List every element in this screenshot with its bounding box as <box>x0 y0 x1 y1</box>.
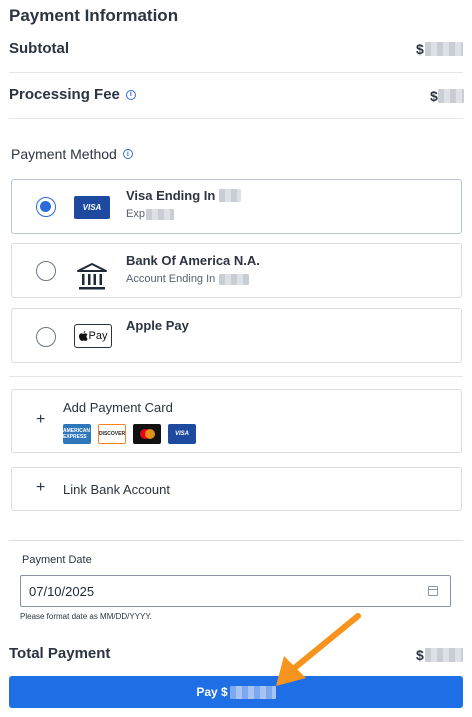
processing-fee-row: Processing Fee i <box>9 86 136 103</box>
plus-icon: + <box>36 411 46 428</box>
apple-icon <box>78 330 88 341</box>
payment-date-input[interactable] <box>20 575 451 607</box>
subtotal-value: $ <box>416 41 463 57</box>
visa-icon: VISA <box>168 424 196 444</box>
divider <box>9 72 463 73</box>
divider <box>9 540 463 541</box>
subtotal-label: Subtotal <box>9 40 69 57</box>
card-brands: AMERICAN EXPRESS DISCOVER VISA <box>63 424 196 444</box>
redacted-digits <box>219 189 242 202</box>
info-icon[interactable]: i <box>125 89 136 100</box>
bank-title: Bank Of America N.A. <box>126 253 260 268</box>
payment-date-label: Payment Date <box>22 554 92 566</box>
add-payment-card-label: Add Payment Card <box>63 400 173 415</box>
calendar-icon[interactable] <box>428 586 438 596</box>
visa-expiry-text: Exp <box>126 208 145 220</box>
total-payment-value: $ <box>416 647 463 663</box>
radio-bank[interactable] <box>36 261 56 281</box>
redacted-digits <box>219 273 250 285</box>
payment-method-bank[interactable]: Bank Of America N.A. Account Ending In <box>11 243 462 298</box>
discover-icon: DISCOVER <box>98 424 126 444</box>
redacted-amount <box>424 42 463 56</box>
processing-fee-value: $ <box>430 88 464 104</box>
processing-fee-label: Processing Fee <box>9 86 120 103</box>
annotation-arrow-icon <box>276 613 361 686</box>
radio-applepay[interactable] <box>36 327 56 347</box>
visa-title: Visa Ending In <box>126 188 242 203</box>
bank-account-text: Account Ending In <box>126 273 216 285</box>
payment-method-visa[interactable]: VISA Visa Ending In Exp <box>11 179 462 234</box>
subtotal-currency: $ <box>416 41 424 57</box>
payment-method-heading: Payment Method i <box>11 146 133 162</box>
link-bank-account-label: Link Bank Account <box>63 482 170 497</box>
fee-currency: $ <box>430 88 438 104</box>
page-title: Payment Information <box>9 6 179 25</box>
apple-pay-badge-text: Pay <box>88 330 108 342</box>
total-payment-label: Total Payment <box>9 645 111 662</box>
date-format-help: Please format date as MM/DD/YYYY. <box>20 612 152 621</box>
applepay-title: Apple Pay <box>126 318 189 333</box>
bank-icon <box>77 263 107 290</box>
visa-icon: VISA <box>74 196 110 219</box>
bank-account: Account Ending In <box>126 273 250 285</box>
amex-icon: AMERICAN EXPRESS <box>63 424 91 444</box>
visa-title-text: Visa Ending In <box>126 188 216 203</box>
total-currency: $ <box>416 647 424 663</box>
payment-method-label: Payment Method <box>11 146 117 162</box>
redacted-expiry <box>145 208 174 220</box>
pay-button[interactable]: Pay $ <box>9 676 463 708</box>
link-bank-account[interactable]: + Link Bank Account <box>11 467 462 511</box>
divider <box>9 118 463 119</box>
redacted-amount <box>437 89 464 103</box>
radio-visa[interactable] <box>36 197 56 217</box>
plus-icon: + <box>36 479 46 496</box>
info-icon[interactable]: i <box>122 149 133 159</box>
add-payment-card[interactable]: + Add Payment Card AMERICAN EXPRESS DISC… <box>11 389 462 453</box>
visa-expiry: Exp <box>126 208 174 220</box>
pay-button-label: Pay $ <box>196 685 228 699</box>
mastercard-icon <box>133 424 161 444</box>
redacted-amount <box>424 648 463 662</box>
payment-method-applepay[interactable]: Pay Apple Pay <box>11 308 462 363</box>
divider <box>9 376 463 377</box>
apple-pay-icon: Pay <box>74 324 112 348</box>
